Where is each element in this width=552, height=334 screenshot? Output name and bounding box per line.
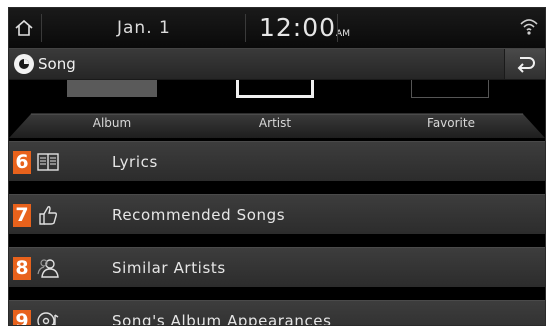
tab-album[interactable]: Album [72, 116, 152, 130]
tab-favorite-thumbnail[interactable] [411, 80, 489, 98]
album-disc-icon [37, 312, 59, 325]
home-icon [15, 19, 33, 36]
page-title: Song [38, 55, 76, 73]
menu-item-label: Recommended Songs [112, 206, 286, 224]
back-arrow-icon [517, 57, 535, 73]
lyrics-book-icon [37, 153, 59, 171]
status-bar: Jan. 1 12:00AM [9, 8, 545, 48]
back-button[interactable] [504, 49, 545, 79]
callout-number: 7 [13, 204, 31, 227]
tab-album-thumbnail[interactable] [67, 80, 157, 97]
menu-item-album-appearances[interactable]: 9 Song's Album Appearances [9, 300, 545, 326]
time-ampm: AM [336, 29, 350, 39]
status-separator [245, 14, 246, 42]
tab-artist[interactable]: Artist [235, 116, 315, 130]
callout-number: 6 [13, 151, 31, 174]
menu-item-lyrics[interactable]: 6 Lyrics [9, 141, 545, 181]
thumbs-up-icon [39, 206, 58, 225]
time-value: 12:00 [259, 13, 337, 42]
wifi-icon [520, 19, 538, 35]
status-separator [337, 14, 338, 42]
head-unit-screen: Jan. 1 12:00AM Song Album Artist Favorit… [8, 7, 546, 326]
menu-item-label: Lyrics [112, 153, 158, 171]
tab-artist-thumbnail[interactable] [236, 80, 314, 98]
tab-strip: Album Artist Favorite [9, 80, 545, 138]
date-display: Jan. 1 [117, 18, 171, 38]
title-bar: Song [9, 48, 545, 80]
menu-item-label: Similar Artists [112, 259, 226, 277]
menu-item-similar-artists[interactable]: 8 Similar Artists [9, 247, 545, 287]
menu-item-label: Song's Album Appearances [112, 312, 332, 326]
status-separator [41, 14, 42, 42]
home-button[interactable] [9, 8, 39, 48]
similar-artists-icon [37, 259, 59, 278]
callout-number: 9 [13, 310, 31, 325]
song-source-icon [14, 54, 34, 74]
tab-favorite[interactable]: Favorite [409, 116, 493, 130]
callout-number: 8 [13, 257, 31, 280]
menu-item-recommended-songs[interactable]: 7 Recommended Songs [9, 194, 545, 234]
